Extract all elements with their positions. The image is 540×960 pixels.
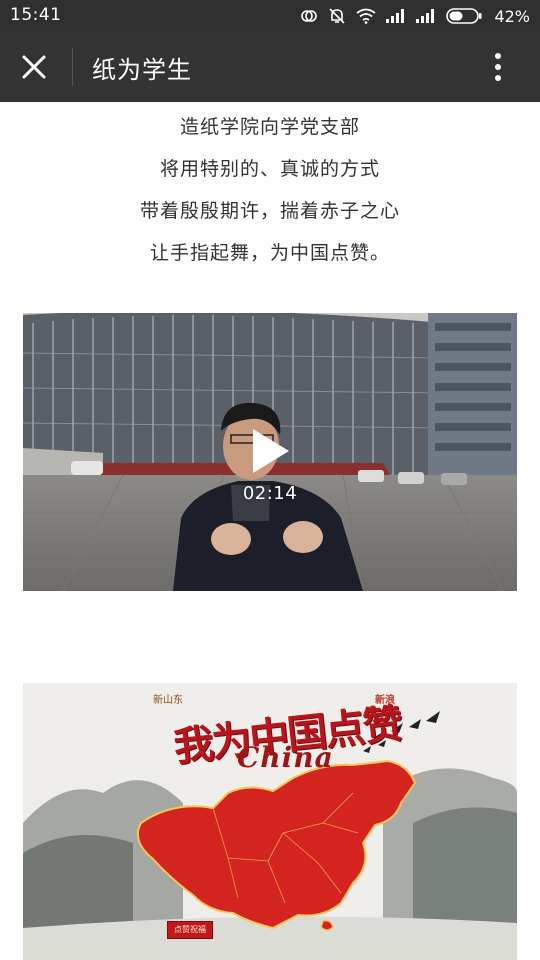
close-icon[interactable] [16, 49, 52, 85]
article-intro: 造纸学院向学党支部 将用特别的、真诚的方式 带着殷殷期许，揣着赤子之心 让手指起… [0, 112, 540, 280]
wifi-icon [356, 8, 376, 24]
play-icon[interactable] [249, 425, 293, 477]
status-icons: 42% [300, 4, 530, 28]
poster-like-button[interactable]: 点赞祝福 [167, 921, 213, 939]
status-bar: 15:41 42% [0, 0, 540, 32]
poster-image[interactable]: 新山东 新浪 我为中国点赞 China 点赞祝福 [23, 683, 517, 960]
signal-icon [386, 9, 405, 23]
page-title: 纸为学生 [92, 56, 192, 84]
article-line: 造纸学院向学党支部 [179, 116, 360, 138]
app-bar: 纸为学生 [0, 32, 540, 102]
status-time: 15:41 [10, 5, 62, 25]
mute-icon [329, 8, 346, 24]
signal-icon [416, 9, 435, 23]
article-line: 带着殷殷期许，揣着赤子之心 [139, 200, 400, 222]
battery-percent: 42% [494, 6, 530, 26]
poster-subtitle: China [237, 741, 334, 774]
video-duration: 02:14 [242, 483, 298, 504]
poster-logo-left: 新山东 [153, 695, 183, 706]
battery-icon [446, 8, 482, 24]
app-bar-divider [72, 48, 73, 86]
article-line: 让手指起舞，为中国点赞。 [149, 242, 390, 264]
more-vertical-icon[interactable] [482, 49, 514, 85]
article-line: 将用特别的、真诚的方式 [159, 158, 380, 180]
sync-icon [301, 10, 318, 22]
video-player[interactable]: 02:14 [23, 313, 517, 591]
